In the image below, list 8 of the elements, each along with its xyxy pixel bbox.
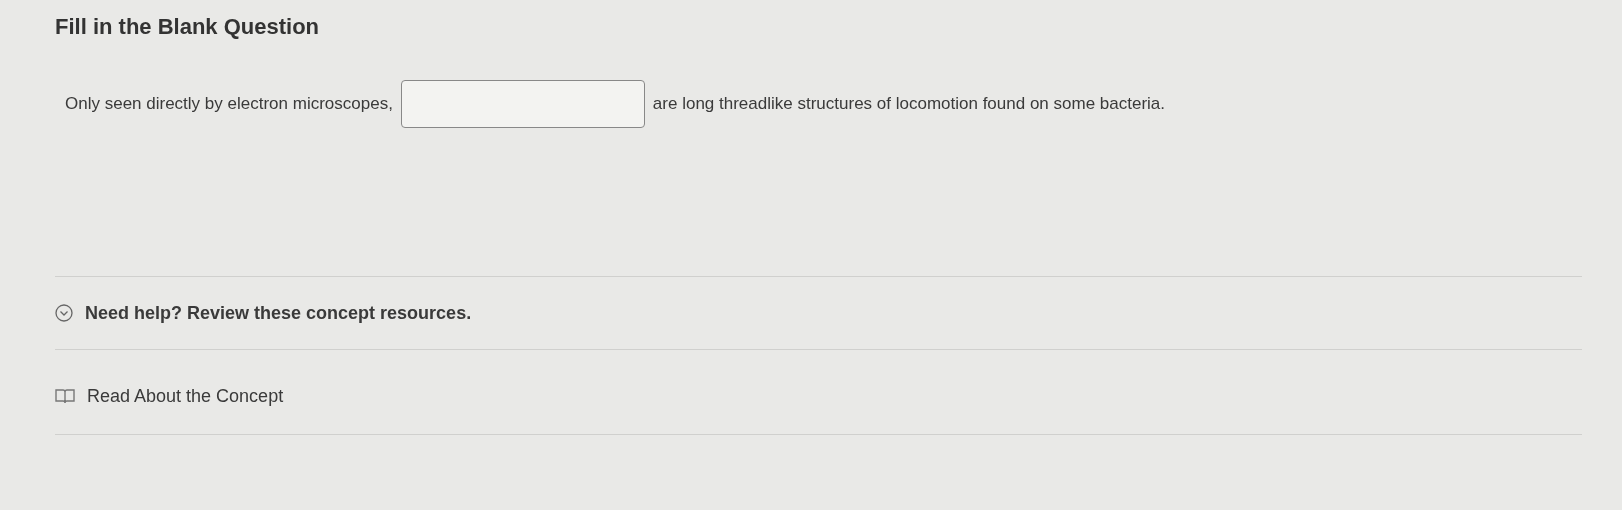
answer-field[interactable] <box>400 80 645 128</box>
resource-link[interactable]: Read About the Concept <box>87 382 284 410</box>
question-title: Fill in the Blank Question <box>55 13 321 41</box>
chevron-circle-icon[interactable] <box>55 304 73 322</box>
question-text: Only seen directly by electron microscopes, <box>65 93 393 116</box>
help-toggle[interactable]: Need help? Review these concept resources. <box>85 299 472 327</box>
question-text: are long threadlike structures of locomotion found on some bacteria. <box>652 93 1166 116</box>
book-icon <box>55 388 75 404</box>
